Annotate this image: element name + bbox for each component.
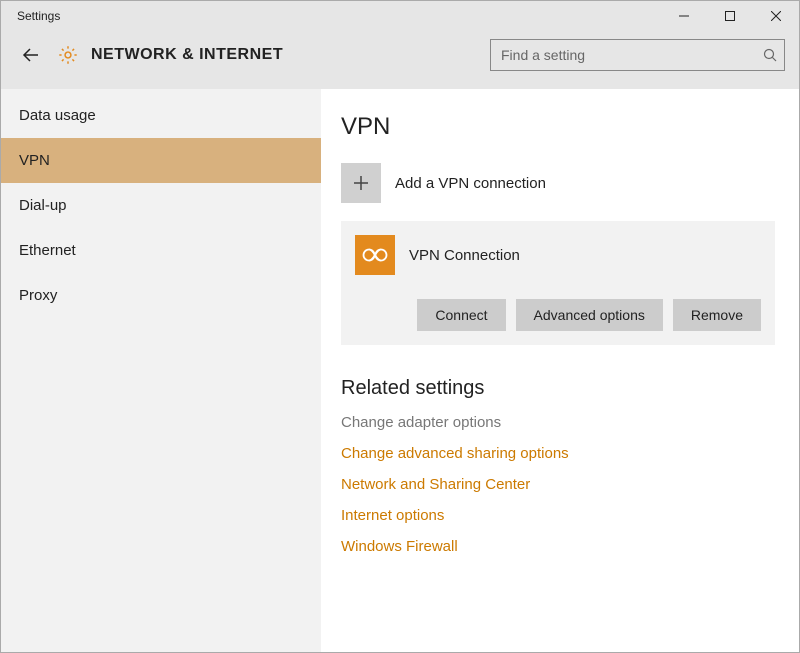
vpn-buttons: Connect Advanced options Remove [355,299,761,331]
vpn-icon [361,245,389,265]
sidebar-item-dial-up[interactable]: Dial-up [1,183,321,228]
search-input[interactable] [490,39,785,71]
minimize-button[interactable] [661,1,707,31]
maximize-icon [725,11,735,21]
close-button[interactable] [753,1,799,31]
gear-icon [57,44,79,66]
search-wrap [490,39,785,71]
vpn-connection-card[interactable]: VPN Connection Connect Advanced options … [341,221,775,345]
link-internet-options[interactable]: Internet options [341,507,775,524]
plus-icon [353,175,369,191]
body: Data usage VPN Dial-up Ethernet Proxy VP… [1,89,799,652]
connect-button[interactable]: Connect [417,299,505,331]
sidebar-item-proxy[interactable]: Proxy [1,273,321,318]
vpn-row: VPN Connection [355,235,761,275]
window-title: Settings [17,9,661,23]
sidebar-item-data-usage[interactable]: Data usage [1,93,321,138]
header: NETWORK & INTERNET [1,31,799,89]
sidebar-item-ethernet[interactable]: Ethernet [1,228,321,273]
link-network-sharing-center[interactable]: Network and Sharing Center [341,476,775,493]
back-arrow-icon [22,46,40,64]
link-windows-firewall[interactable]: Windows Firewall [341,538,775,555]
page-title: VPN [341,113,775,141]
content: VPN Add a VPN connection VPN Connection [321,89,799,652]
link-change-adapter-options[interactable]: Change adapter options [341,414,775,431]
window-controls [661,1,799,31]
link-change-advanced-sharing[interactable]: Change advanced sharing options [341,445,775,462]
titlebar: Settings [1,1,799,31]
sidebar-item-vpn[interactable]: VPN [1,138,321,183]
advanced-options-button[interactable]: Advanced options [516,299,663,331]
vpn-icon-box [355,235,395,275]
category-title: NETWORK & INTERNET [91,46,490,64]
related-settings-title: Related settings [341,377,775,400]
close-icon [771,11,781,21]
sidebar: Data usage VPN Dial-up Ethernet Proxy [1,89,321,652]
remove-button[interactable]: Remove [673,299,761,331]
add-vpn-button[interactable]: Add a VPN connection [341,163,775,203]
add-vpn-label: Add a VPN connection [395,175,546,192]
maximize-button[interactable] [707,1,753,31]
minimize-icon [679,11,689,21]
vpn-connection-name: VPN Connection [409,247,520,264]
back-button[interactable] [15,39,47,71]
plus-box [341,163,381,203]
